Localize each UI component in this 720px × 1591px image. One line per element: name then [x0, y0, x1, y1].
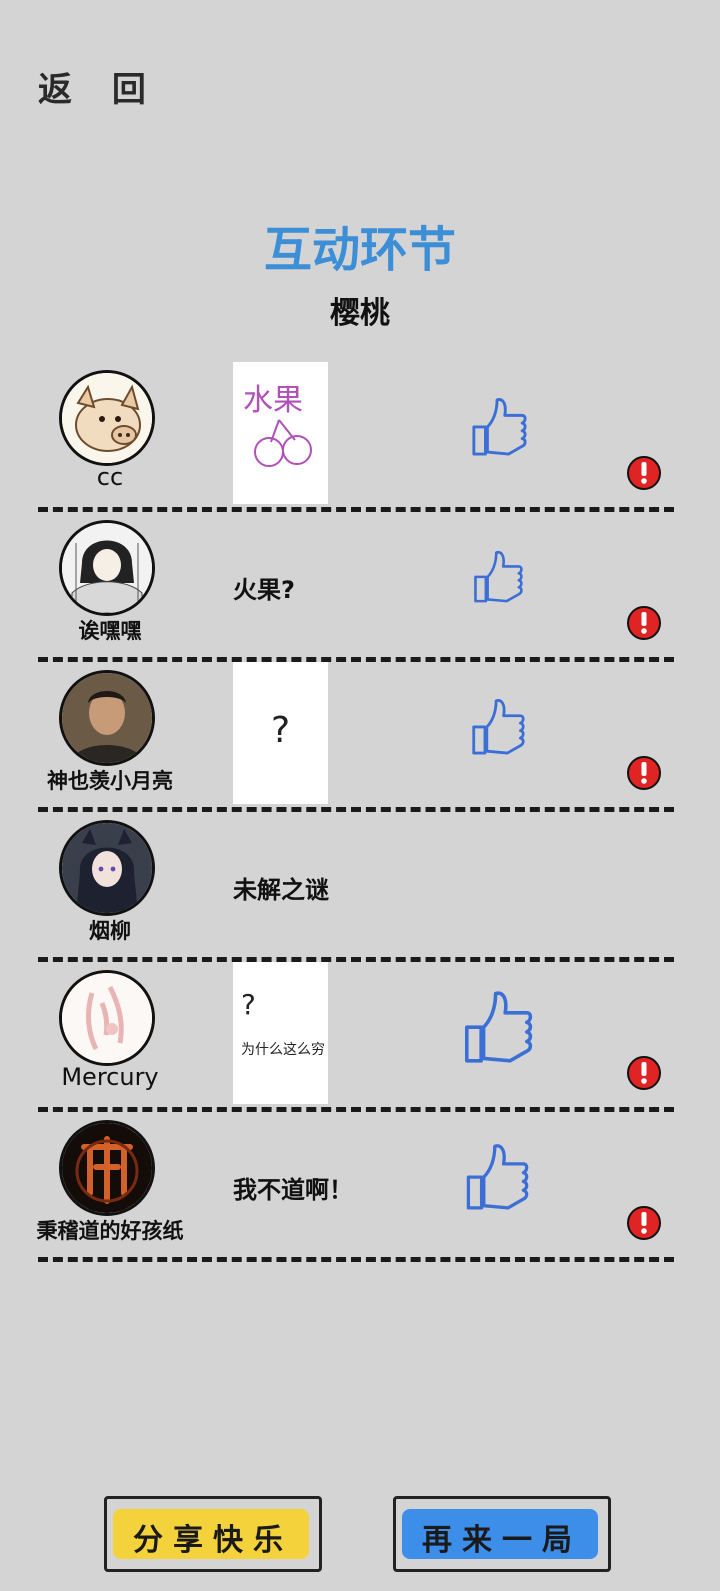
like-thumb-icon[interactable]	[470, 394, 528, 458]
page-title: 互动环节	[263, 222, 456, 278]
share-button[interactable]: 分享快乐	[104, 1496, 322, 1572]
list-item: 神也羡小月亮 ?	[0, 662, 720, 814]
report-icon[interactable]	[626, 455, 662, 491]
answer-drawing[interactable]: 水果	[233, 362, 328, 504]
pig-avatar-icon[interactable]	[59, 370, 155, 466]
answer-text: 我不道啊！	[233, 1176, 353, 1204]
list-item: cc 水果	[0, 362, 720, 514]
play-again-button[interactable]: 再来一局	[393, 1496, 611, 1572]
list-item: 诶嘿嘿 火果?	[0, 512, 720, 664]
drawing-text: ?	[241, 988, 256, 1021]
photo-avatar-icon[interactable]	[59, 670, 155, 766]
like-thumb-icon[interactable]	[462, 986, 534, 1066]
user-name: 诶嘿嘿	[78, 619, 142, 643]
user-name: Mercury	[61, 1063, 159, 1091]
back-button[interactable]: 返 回	[38, 62, 160, 111]
report-icon[interactable]	[626, 605, 662, 641]
share-button-label: 分享快乐	[133, 1523, 293, 1558]
like-thumb-icon[interactable]	[470, 694, 526, 758]
like-thumb-icon[interactable]	[472, 546, 524, 606]
drawing-text: 水果	[243, 383, 303, 418]
user-name: 秉稽道的好孩纸	[36, 1219, 184, 1243]
answer-text: 未解之谜	[233, 876, 329, 904]
like-thumb-icon[interactable]	[464, 1138, 530, 1214]
play-again-button-label: 再来一局	[422, 1523, 582, 1558]
drawing-note: 为什么这么穷	[241, 1041, 325, 1058]
user-name: cc	[96, 463, 124, 491]
report-icon[interactable]	[626, 1205, 662, 1241]
answer-text: 火果?	[233, 576, 295, 604]
list-item: Mercury ? 为什么这么穷	[0, 962, 720, 1114]
anime-avatar-icon[interactable]	[59, 520, 155, 616]
row-divider	[38, 1257, 674, 1262]
drawing-text: ?	[271, 710, 290, 751]
emblem-avatar-icon[interactable]	[59, 1120, 155, 1216]
target-word: 樱桃	[330, 296, 390, 331]
report-icon[interactable]	[626, 755, 662, 791]
report-icon[interactable]	[626, 1055, 662, 1091]
list-item: 秉稽道的好孩纸 我不道啊！	[0, 1112, 720, 1264]
user-name: 烟柳	[89, 919, 131, 943]
answer-drawing[interactable]: ?	[233, 662, 328, 804]
list-item: 烟柳 未解之谜	[0, 812, 720, 964]
anime-girl-avatar-icon[interactable]	[59, 820, 155, 916]
sketch-avatar-icon[interactable]	[59, 970, 155, 1066]
answer-drawing[interactable]: ? 为什么这么穷	[233, 962, 328, 1104]
user-name: 神也羡小月亮	[47, 769, 173, 793]
